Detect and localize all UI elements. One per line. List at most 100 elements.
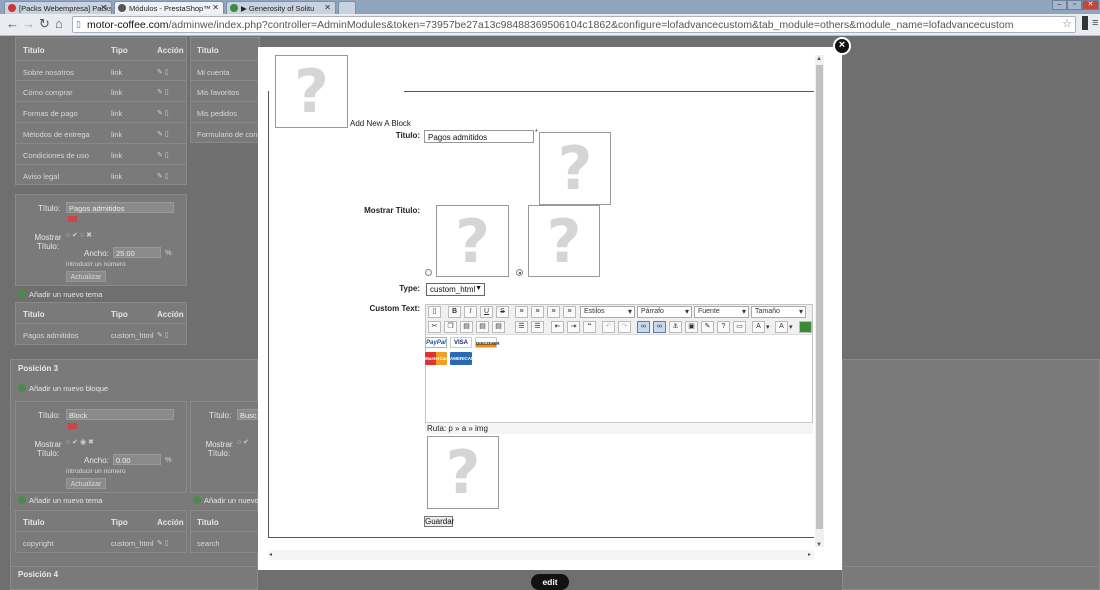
scroll-left-icon[interactable]: ◂ [269, 551, 272, 558]
show-title-toggle-icons[interactable]: ○ ✔ ○ ✖ [66, 231, 92, 239]
url-host: motor-coffee.com [87, 19, 169, 31]
show-title-no-icon: ? [528, 205, 600, 277]
add-tema-link-1[interactable]: Añadir un nuevo tema [29, 290, 102, 299]
home-icon[interactable]: ⌂ [55, 16, 63, 32]
numbered-list-icon[interactable]: ☰ [531, 321, 544, 333]
scrollbar-thumb[interactable] [816, 65, 823, 529]
copy-icon[interactable]: ❐ [444, 321, 457, 333]
edit-delete-icons[interactable]: ✎ ▯ [157, 539, 169, 547]
browser-tab-prestashop[interactable]: Módulos - PrestaShop™ ✕ [114, 1, 224, 14]
back-arrow-icon[interactable]: ← [6, 16, 19, 32]
cut-icon[interactable]: ✂ [428, 321, 441, 333]
spain-flag-icon[interactable] [68, 423, 77, 429]
minimize-icon[interactable]: – [1052, 0, 1067, 10]
italic-icon[interactable]: I [464, 306, 477, 318]
show-title-toggle-icons[interactable]: ○ ✔ ◉ ✖ [66, 438, 94, 446]
extension-icon[interactable] [1082, 16, 1088, 30]
chevron-down-icon[interactable]: ▾ [789, 323, 793, 331]
new-tab-button[interactable] [338, 1, 356, 14]
align-right-icon[interactable]: ≡ [547, 306, 560, 318]
close-window-icon[interactable]: ✕ [1082, 0, 1099, 10]
edit-delete-icons[interactable]: ✎ ▯ [157, 109, 169, 117]
link-icon[interactable]: ∞ [637, 321, 650, 333]
show-title-yes-radio[interactable] [425, 269, 432, 276]
spain-flag-icon[interactable] [68, 216, 77, 222]
edit-button[interactable]: edit [531, 574, 569, 590]
image-icon[interactable]: ▣ [685, 321, 698, 333]
maximize-icon[interactable]: ▫ [1067, 0, 1082, 10]
scroll-right-icon[interactable]: ▸ [808, 551, 811, 558]
chevron-down-icon[interactable]: ▾ [766, 323, 770, 331]
reload-icon[interactable]: ↻ [39, 16, 50, 32]
anchor-icon[interactable]: ⚓ [669, 321, 682, 333]
hr-icon[interactable]: ▭ [733, 321, 746, 333]
edit-delete-icons[interactable]: ✎ ▯ [157, 172, 169, 180]
browser-tab-youtube[interactable]: ▶ Generosity of Solitu ✕ [226, 1, 336, 14]
font-dropdown[interactable]: Fuente [694, 306, 749, 318]
help-icon[interactable]: ? [717, 321, 730, 333]
add-icon[interactable] [193, 496, 201, 504]
url-path: /adminwe/index.php?controller=AdminModul… [168, 19, 1014, 31]
new-document-icon[interactable]: ▯ [428, 306, 441, 318]
outdent-icon[interactable]: ⇤ [551, 321, 564, 333]
add-icon[interactable] [18, 384, 26, 392]
modal-horizontal-scrollbar[interactable] [268, 550, 814, 560]
titulo-input-bg[interactable]: Block [66, 409, 174, 420]
titulo-input-bg[interactable]: Pagos admitidos [66, 202, 174, 213]
bookmark-star-icon[interactable]: ☆ [1062, 17, 1072, 30]
address-bar[interactable]: ▯ motor-coffee.com/adminwe/index.php?con… [72, 16, 1076, 33]
strikethrough-icon[interactable]: S [496, 306, 509, 318]
html-source-icon[interactable] [799, 321, 812, 333]
show-title-toggle-icons[interactable]: ○ ✔ [237, 438, 249, 446]
forward-arrow-icon[interactable]: → [22, 16, 35, 32]
add-icon[interactable] [18, 496, 26, 504]
align-justify-icon[interactable]: ≡ [563, 306, 576, 318]
save-button[interactable]: Guardar [424, 516, 454, 527]
blockquote-icon[interactable]: “ [583, 321, 596, 333]
show-title-no-radio[interactable] [516, 269, 523, 276]
paste-icon[interactable]: ▤ [460, 321, 473, 333]
cleanup-icon[interactable]: ✎ [701, 321, 714, 333]
redo-icon[interactable]: ↷ [618, 321, 631, 333]
undo-icon[interactable]: ↶ [602, 321, 615, 333]
language-flag-icon[interactable]: ? [539, 132, 611, 205]
ancho-input-bg[interactable]: 0.00 [113, 454, 161, 465]
size-dropdown[interactable]: Tamaño [751, 306, 806, 318]
indent-icon[interactable]: ⇥ [567, 321, 580, 333]
unlink-icon[interactable]: ∞ [653, 321, 666, 333]
styles-dropdown[interactable]: Estilos [580, 306, 635, 318]
paragraph-dropdown[interactable]: Párrafo [637, 306, 692, 318]
background-color-icon[interactable]: A [775, 321, 788, 333]
type-select[interactable]: custom_html ▼ [426, 283, 485, 296]
close-tab-icon[interactable]: ✕ [212, 3, 219, 12]
add-icon[interactable] [18, 290, 26, 298]
add-tema-link-3[interactable]: Añadir un nuevo tema [204, 496, 258, 505]
edit-delete-icons[interactable]: ✎ ▯ [157, 88, 169, 96]
text-color-icon[interactable]: A [752, 321, 765, 333]
paste-word-icon[interactable]: ▤ [492, 321, 505, 333]
close-tab-icon[interactable]: ✕ [324, 3, 331, 12]
add-bloque-link[interactable]: Añadir un nuevo bloque [29, 384, 108, 393]
align-center-icon[interactable]: ≡ [531, 306, 544, 318]
edit-delete-icons[interactable]: ✎ ▯ [157, 130, 169, 138]
titulo-label: Titulo: [395, 131, 420, 140]
scroll-up-icon[interactable]: ▲ [816, 56, 822, 62]
browser-tab-gmail[interactable]: [Packs Webempresa] Packs ✕ [4, 1, 112, 14]
align-left-icon[interactable]: ≡ [515, 306, 528, 318]
scroll-down-icon[interactable]: ▼ [816, 542, 822, 548]
edit-delete-icons[interactable]: ✎ ▯ [157, 331, 169, 339]
edit-delete-icons[interactable]: ✎ ▯ [157, 151, 169, 159]
titulo-input[interactable]: Pagos admitidos [424, 130, 534, 143]
close-modal-button[interactable]: × [833, 37, 851, 55]
underline-icon[interactable]: U [480, 306, 493, 318]
actualizar-button-bg[interactable]: Actualizar [66, 478, 106, 489]
bold-icon[interactable]: B [448, 306, 461, 318]
add-tema-link-2[interactable]: Añadir un nuevo tema [29, 496, 102, 505]
paste-text-icon[interactable]: ▤ [476, 321, 489, 333]
bullet-list-icon[interactable]: ☰ [515, 321, 528, 333]
close-tab-icon[interactable]: ✕ [100, 3, 107, 12]
edit-delete-icons[interactable]: ✎ ▯ [157, 68, 169, 76]
actualizar-button-bg[interactable]: Actualizar [66, 271, 106, 282]
ancho-input-bg[interactable]: 25.00 [113, 247, 161, 258]
menu-icon[interactable]: ≡ [1092, 17, 1098, 29]
